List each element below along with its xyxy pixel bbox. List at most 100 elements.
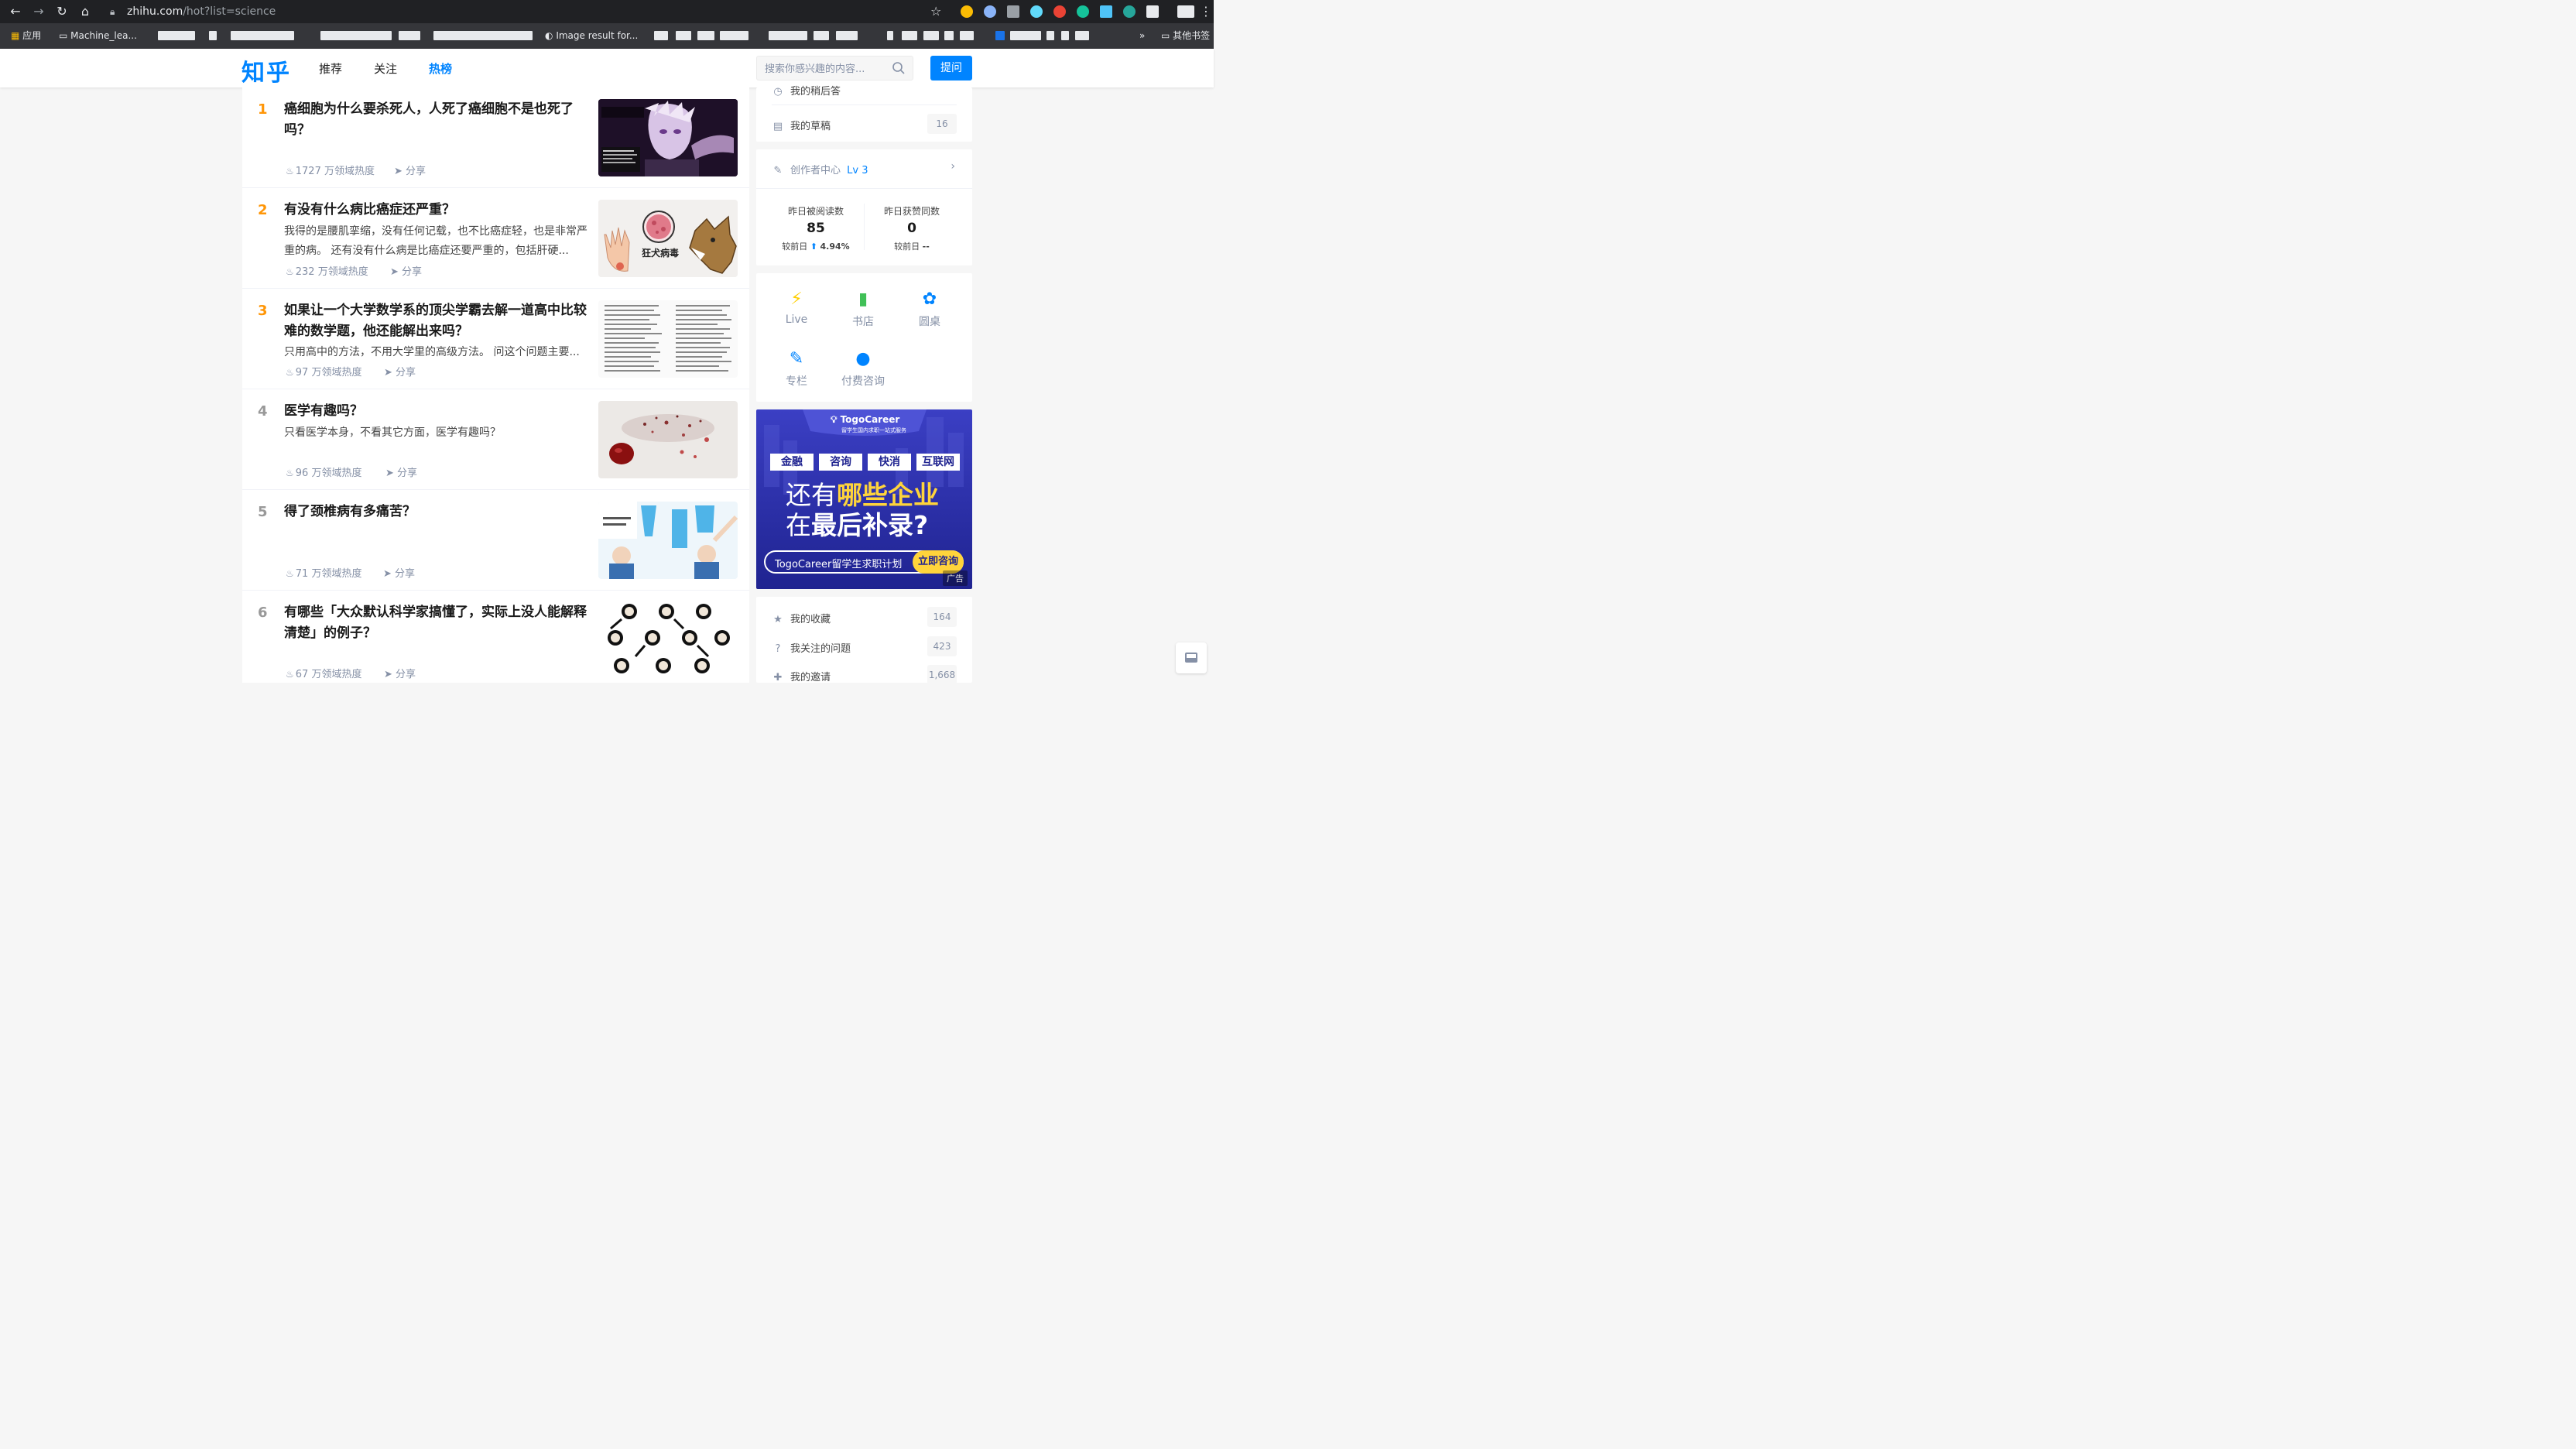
bookmark-item[interactable] [399,31,420,40]
apps-bookmark[interactable]: ▦ 应用 [11,29,41,42]
question-thumbnail[interactable]: 狂犬病毒 [598,200,738,277]
bookmark-item[interactable] [1010,31,1041,40]
tool-paid-consult[interactable]: ● 付费咨询 [832,348,894,389]
ask-button[interactable]: 提问 [930,56,972,80]
share-button[interactable]: ➤ 分享 [385,464,417,479]
bookmark-item[interactable] [231,31,294,40]
forward-icon[interactable]: → [31,4,46,19]
zhihu-logo[interactable]: 知乎 [242,53,291,87]
address-bar[interactable]: 🔒︎ zhihu.com/hot?list=science [102,2,951,21]
question-title[interactable]: 有哪些「大众默认科学家搞懂了，实际上没人能解释清楚」的例子？ [284,602,587,644]
tool-live[interactable]: ⚡︎ Live [766,289,827,326]
creator-center-link[interactable]: ✎ 创作者中心 Lv 3 [772,162,868,176]
sidebar-item-followed-questions[interactable]: ? 我关注的问题 [772,640,851,655]
extension-icon[interactable] [1007,5,1019,18]
sidebar-item-invitations[interactable]: ✚ 我的邀请 [772,669,831,683]
tab-hot[interactable]: 热榜 [429,60,452,77]
bookmark-star-icon[interactable]: ☆ [930,4,941,19]
share-button[interactable]: ➤ 分享 [390,263,422,278]
hot-item[interactable]: 2 有没有什么病比癌症还严重？ 我得的是腰肌挛缩，没有任何记载，也不比癌症轻，也… [242,188,749,289]
hot-item[interactable]: 6 有哪些「大众默认科学家搞懂了，实际上没人能解释清楚」的例子？ ♨ 67 万领域… [242,591,749,683]
question-title[interactable]: 得了颈椎病有多痛苦？ [284,502,587,522]
bookmark-item[interactable] [902,31,917,40]
share-button[interactable]: ➤ 分享 [384,666,416,680]
bookmark-item[interactable] [769,31,807,40]
sidebar-item-drafts[interactable]: ▤ 我的草稿 [772,118,831,132]
blood-drop-image [598,401,738,478]
bookmark-item[interactable] [1061,31,1069,40]
share-button[interactable]: ➤ 分享 [384,364,416,379]
sidebar-item-collections[interactable]: ★ 我的收藏 [772,611,831,625]
bookmark-item[interactable]: ▭ Machine_lea... [59,29,137,42]
sidebar-item-later-answers[interactable]: ◷ 我的稍后答 [772,83,841,98]
home-icon[interactable]: ⌂ [77,4,93,19]
extension-icon[interactable] [1030,5,1043,18]
question-excerpt: 只用高中的方法，不用大学里的高级方法。 问这个问题主要... [284,346,580,358]
extension-icon[interactable] [961,5,973,18]
tool-roundtable[interactable]: ✿ 圆桌 [899,289,961,329]
yesterday-reads-label: 昨日被阅读数 [787,206,844,217]
hot-item[interactable]: 4 医学有趣吗？ 只看医学本身，不看其它方面，医学有趣吗？ ♨ 96 万领域热度 … [242,389,749,490]
bookmark-item[interactable] [697,31,714,40]
hot-item[interactable]: 1 癌细胞为什么要杀死人，人死了癌细胞不是也死了吗？ ♨ 1727 万领域热度 ➤… [242,87,749,188]
bookmark-item[interactable]: ◐ Image result for... [545,29,638,42]
extension-icon[interactable] [1053,5,1066,18]
search-input[interactable] [763,57,890,81]
question-title[interactable]: 如果让一个大学数学系的顶尖学霸去解一道高中比较难的数学题，他还能解出来吗？ [284,300,587,342]
question-thumbnail[interactable] [598,99,738,176]
extension-icon[interactable] [984,5,996,18]
extension-icon[interactable] [1100,5,1112,18]
bookmark-item[interactable] [944,31,954,40]
folder-icon: ▭ [59,30,68,41]
ad-banner[interactable]: 💡︎ TogoCareer 留学生国内求职一站式服务 金融 咨询 快消 互联网 … [756,409,972,589]
search-icon[interactable] [892,61,906,75]
profile-icon[interactable] [1177,5,1194,18]
fire-icon: ♨ [286,266,294,277]
ad-cta-bar[interactable]: TogoCareer留学生求职计划 立即咨询 [764,550,964,574]
yesterday-likes-value: 0 [907,221,916,236]
bookmark-item[interactable] [209,31,217,40]
question-thumbnail[interactable] [598,300,738,378]
tool-bookstore[interactable]: ▮ 书店 [832,289,894,329]
back-icon[interactable]: ← [8,4,23,19]
bookmark-item[interactable] [836,31,858,40]
share-icon: ➤ [383,568,392,580]
tool-column[interactable]: ✎ 专栏 [766,348,827,389]
bookmark-item[interactable] [814,31,829,40]
bookmark-item[interactable] [923,31,939,40]
bookmark-item[interactable] [1046,31,1054,40]
question-title[interactable]: 癌细胞为什么要杀死人，人死了癌细胞不是也死了吗？ [284,99,587,141]
lightbulb-icon: 💡︎ [831,414,838,425]
menu-icon[interactable]: ⋮ [1198,4,1214,19]
hot-item[interactable]: 3 如果让一个大学数学系的顶尖学霸去解一道高中比较难的数学题，他还能解出来吗？ … [242,289,749,389]
bookmark-item[interactable] [433,31,533,40]
bookmark-item[interactable] [158,31,195,40]
tab-recommend[interactable]: 推荐 [319,60,342,77]
bookmark-item[interactable] [1075,31,1089,40]
question-thumbnail[interactable] [598,602,738,680]
hot-item[interactable]: 5 得了颈椎病有多痛苦？ ♨ 71 万领域热度 ➤ 分享 [242,490,749,591]
question-title[interactable]: 医学有趣吗？ [284,401,587,422]
share-button[interactable]: ➤ 分享 [394,163,426,177]
bookmark-item[interactable] [654,31,668,40]
bookmark-item[interactable] [995,31,1005,40]
question-icon: ? [775,643,781,655]
question-thumbnail[interactable] [598,401,738,478]
share-button[interactable]: ➤ 分享 [383,565,415,580]
bookmarks-overflow[interactable]: » [1139,29,1145,42]
question-thumbnail[interactable] [598,502,738,579]
bookmark-item[interactable] [676,31,691,40]
other-bookmarks[interactable]: ▭ 其他书签 [1161,29,1210,42]
question-title[interactable]: 有没有什么病比癌症还严重？ [284,200,587,221]
extension-icon[interactable] [1146,5,1159,18]
extension-icon[interactable] [1123,5,1136,18]
extension-icon[interactable] [1077,5,1089,18]
bookmark-item[interactable] [887,31,893,40]
reload-icon[interactable]: ↻ [54,4,70,19]
chevron-right-icon[interactable]: › [951,160,955,173]
tab-follow[interactable]: 关注 [374,60,397,77]
floating-message-button[interactable] [1176,642,1207,673]
bookmark-item[interactable] [960,31,974,40]
bookmark-item[interactable] [720,31,748,40]
bookmark-item[interactable] [320,31,392,40]
